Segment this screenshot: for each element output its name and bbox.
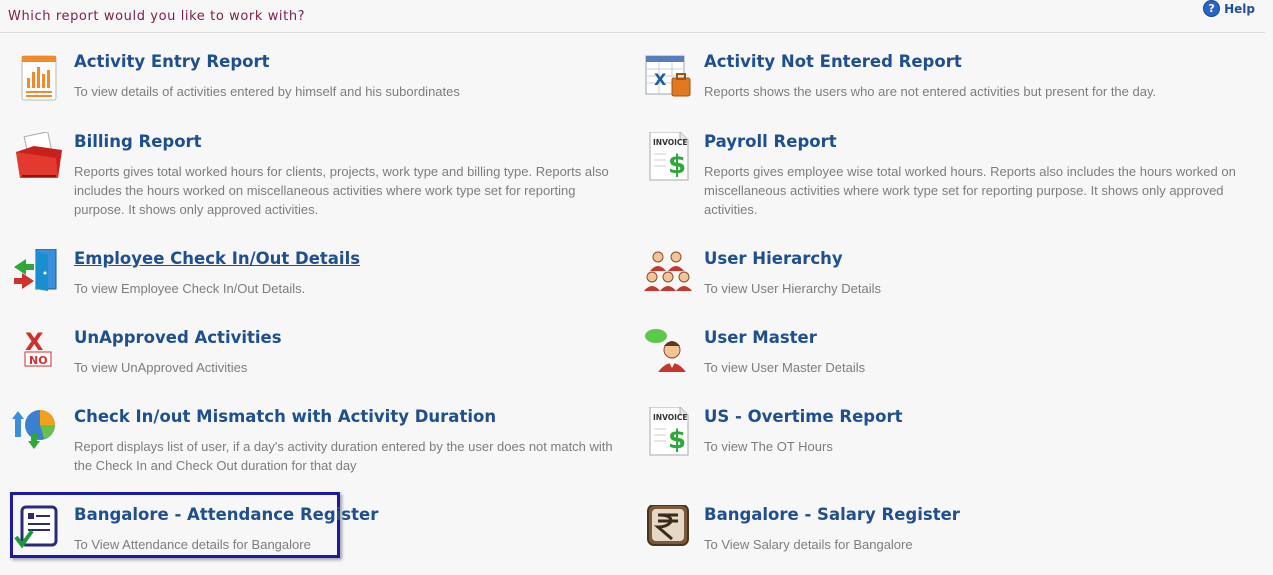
report-title[interactable]: Billing Report [74,132,202,151]
report-title[interactable]: User Master [704,328,817,347]
invoice-icon: INVOICE $ [642,131,696,186]
excel-calendar-icon: X [642,52,696,106]
report-description: To view UnApproved Activities [74,360,248,375]
report-description: Reports gives employee wise total worked… [704,164,1236,217]
no-x-icon: X NO [12,328,66,382]
report-title[interactable]: UnApproved Activities [74,328,282,347]
report-description: To view Employee Check In/Out Details. [74,281,306,296]
attendance-register-icon [12,505,66,559]
report-description: To View Attendance details for Bangalore [74,537,311,552]
page-title: Which report would you like to work with… [8,9,306,24]
report-title[interactable]: Check In/out Mismatch with Activity Dura… [74,407,496,426]
report-title[interactable]: Bangalore - Attendance Register [74,505,378,524]
report-description: To view details of activities entered by… [74,84,460,99]
rupee-icon [642,504,696,559]
invoice-label: INVOICE [653,138,688,147]
help-label: Help [1224,1,1255,16]
door-exit-icon [12,248,66,303]
page-header: Which report would you like to work with… [0,0,1265,33]
report-title[interactable]: User Hierarchy [704,249,843,268]
pie-chart-arrows-icon [12,407,66,461]
users-hierarchy-icon [642,249,696,303]
report-description: Report displays list of user, if a day's… [74,439,613,473]
invoice-label: INVOICE [653,413,688,422]
help-link[interactable]: ? Help [1203,0,1255,17]
report-title[interactable]: US - Overtime Report [704,407,902,426]
help-icon: ? [1203,0,1221,17]
report-title[interactable]: Employee Check In/Out Details [74,249,360,268]
invoice-icon: INVOICE $ [642,406,696,461]
report-description: To view The OT Hours [704,439,833,454]
svg-text:X: X [654,70,667,89]
report-title[interactable]: Activity Not Entered Report [704,52,962,71]
report-title[interactable]: Payroll Report [704,132,837,151]
red-folder-icon [12,131,66,186]
report-description: Reports shows the users who are not ente… [704,84,1157,99]
report-title[interactable]: Activity Entry Report [74,52,270,71]
report-description: Reports gives total worked hours for cli… [74,164,609,217]
report-description: To view User Hierarchy Details [704,281,881,296]
report-description: To View Salary details for Bangalore [704,537,913,552]
svg-text:$: $ [668,425,686,455]
svg-text:$: $ [668,150,686,180]
bar-chart-report-icon [12,52,66,106]
report-description: To view User Master Details [704,360,866,375]
user-speech-icon [642,328,696,382]
no-label: NO [29,354,48,367]
report-title[interactable]: Bangalore - Salary Register [704,505,960,524]
